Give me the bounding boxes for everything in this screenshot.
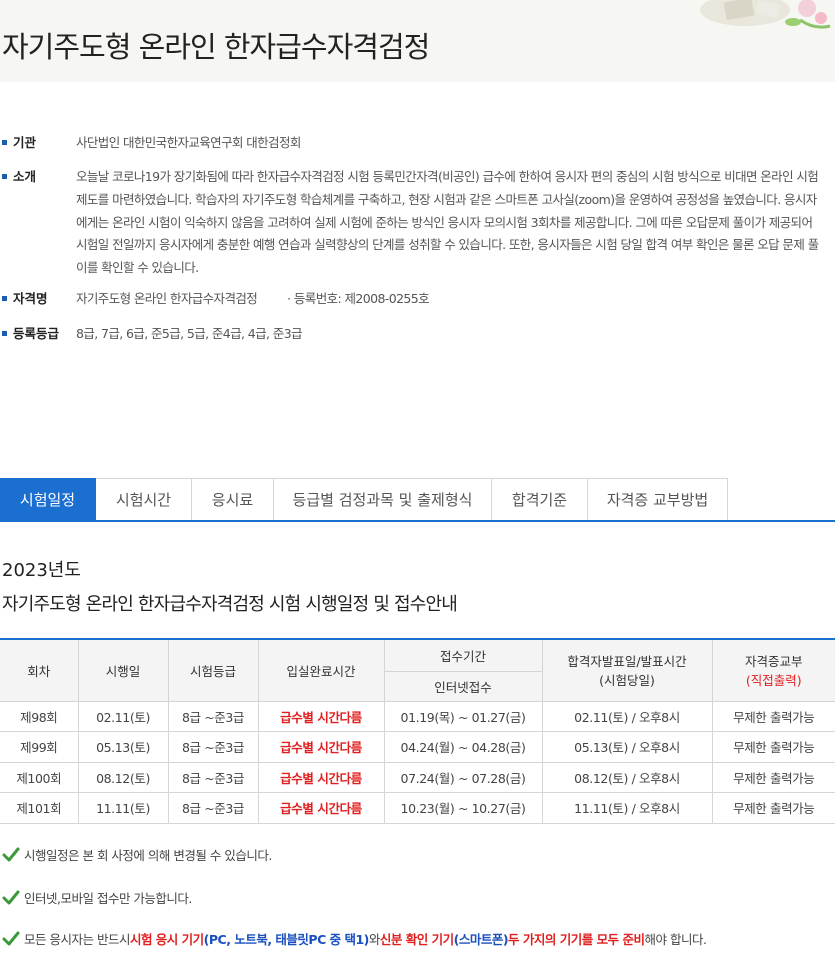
header-internet-application: 인터넷접수 xyxy=(384,670,542,702)
header-decoration-image xyxy=(700,0,831,29)
header-grade: 시험등급 xyxy=(167,638,259,702)
header-date: 시행일 xyxy=(77,638,169,702)
bullet-square-icon xyxy=(2,331,7,336)
tab-certificate-issuance[interactable]: 자격증 교부방법 xyxy=(588,478,728,520)
check-icon xyxy=(2,931,20,945)
header-entry-time: 입실완료시간 xyxy=(257,638,385,702)
bullet-square-icon xyxy=(2,174,7,179)
qualification-name-label: 자격명 xyxy=(13,291,48,306)
tab-exam-schedule[interactable]: 시험일정 xyxy=(0,478,96,520)
section-subtitle: 자기주도형 온라인 한자급수자격검정 시험 시행일정 및 접수안내 xyxy=(2,594,458,615)
check-icon xyxy=(2,890,20,904)
header-certificate: 자격증교부 (직접출력) xyxy=(711,638,835,702)
tab-exam-fee[interactable]: 응시료 xyxy=(192,478,274,520)
section-year: 2023년도 xyxy=(2,560,81,581)
page-header: 자기주도형 온라인 한자급수자격검정 xyxy=(0,0,835,82)
registered-grades-value: 8급, 7급, 6급, 준5급, 5급, 준4급, 4급, 준3급 xyxy=(76,326,303,341)
qualification-name-value: 자기주도형 온라인 한자급수자격검정 xyxy=(76,291,258,306)
table-row: 제100회 08.12(토) 8급 ~준3급 급수별 시간다름 07.24(월)… xyxy=(0,761,835,793)
note-online-only: 인터넷,모바일 접수만 가능합니다. xyxy=(2,888,192,907)
header-application-period: 접수기간 xyxy=(383,638,543,672)
info-row-registered-grades: 등록등급 8급, 7급, 6급, 준5급, 5급, 준4급, 4급, 준3급 xyxy=(0,323,303,345)
header-round: 회차 xyxy=(0,638,79,702)
bullet-square-icon xyxy=(2,296,7,301)
page-title: 자기주도형 온라인 한자급수자격검정 xyxy=(2,30,430,64)
introduction-label: 소개 xyxy=(13,169,37,184)
info-row-introduction: 소개 오늘날 코로나19가 장기화됨에 따라 한자급수자격검정 시험 등록민간자… xyxy=(0,166,821,280)
tab-subjects-format[interactable]: 등급별 검정과목 및 출제형식 xyxy=(274,478,492,520)
table-row: 제98회 02.11(토) 8급 ~준3급 급수별 시간다름 01.19(목) … xyxy=(0,700,835,732)
table-row: 제99회 05.13(토) 8급 ~준3급 급수별 시간다름 04.24(월) … xyxy=(0,731,835,763)
introduction-value: 오늘날 코로나19가 장기화됨에 따라 한자급수자격검정 시험 등록민간자격(비… xyxy=(76,169,819,276)
check-icon xyxy=(2,847,20,861)
note-device-requirement: 모든 응시자는 반드시 시험 응시 기기 (PC, 노트북, 태블릿PC 중 택1… xyxy=(2,929,707,948)
tab-bar: 시험일정 시험시간 응시료 등급별 검정과목 및 출제형식 합격기준 자격증 교… xyxy=(0,478,835,522)
table-header-row: 회차 시행일 시험등급 입실완료시간 접수기간 합격자발표일/발표시간 (시험당일… xyxy=(0,638,835,702)
info-row-qualification-name: 자격명 자기주도형 온라인 한자급수자격검정 · 등록번호: 제2008-0255… xyxy=(0,288,430,310)
header-result: 합격자발표일/발표시간 (시험당일) xyxy=(541,638,713,702)
tab-exam-time[interactable]: 시험시간 xyxy=(96,478,192,520)
tab-pass-criteria[interactable]: 합격기준 xyxy=(492,478,588,520)
schedule-table: 회차 시행일 시험등급 입실완료시간 접수기간 합격자발표일/발표시간 (시험당일… xyxy=(0,638,835,824)
organization-label: 기관 xyxy=(13,135,37,150)
info-row-organization: 기관 사단법인 대한민국한자교육연구회 대한검정회 xyxy=(0,132,301,154)
note-schedule-change: 시행일정은 본 회 사정에 의해 변경될 수 있습니다. xyxy=(2,845,272,864)
bullet-square-icon xyxy=(2,140,7,145)
registration-number: · 등록번호: 제2008-0255호 xyxy=(287,291,430,306)
registered-grades-label: 등록등급 xyxy=(13,326,60,341)
table-row: 제101회 11.11(토) 8급 ~준3급 급수별 시간다름 10.23(월)… xyxy=(0,792,835,824)
organization-value: 사단법인 대한민국한자교육연구회 대한검정회 xyxy=(76,135,301,150)
